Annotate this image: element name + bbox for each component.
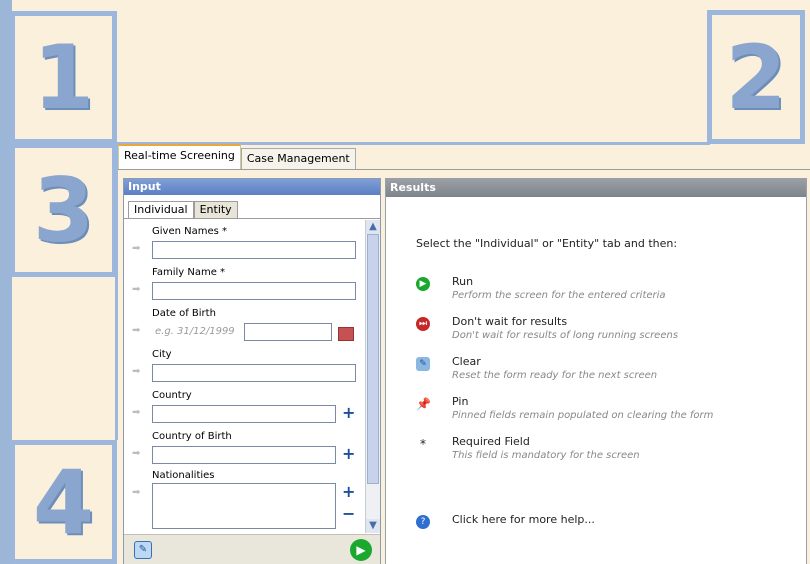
input-panel-title: Input	[124, 179, 380, 195]
legend-desc: Perform the screen for the entered crite…	[452, 290, 666, 301]
callout-1-number: 1	[32, 26, 95, 129]
clear-icon: ✎	[416, 357, 430, 371]
form-scrollbar[interactable]: ▲ ▼	[365, 220, 380, 533]
tab-underline	[118, 169, 810, 170]
subtab-individual[interactable]: Individual	[128, 201, 194, 218]
help-link[interactable]: ? Click here for more help...	[416, 513, 716, 529]
callout-3-number: 3	[32, 158, 95, 262]
input-subtabs: Individual Entity	[124, 195, 380, 219]
legend-run: ▶ Run Perform the screen for the entered…	[416, 275, 786, 309]
family-name-label: Family Name *	[152, 267, 226, 278]
subtab-entity[interactable]: Entity	[193, 201, 238, 218]
scroll-thumb[interactable]	[367, 234, 379, 484]
scroll-up-icon[interactable]: ▲	[366, 220, 380, 234]
results-panel: Results Select the "Individual" or "Enti…	[385, 178, 807, 564]
pin-icon[interactable]: ➡	[132, 243, 140, 254]
app-window: 1 2 3 4 Real-time Screening Case Managem…	[0, 0, 810, 564]
pin-icon[interactable]: ➡	[132, 407, 140, 418]
main-tabbar: Real-time Screening Case Management	[118, 144, 356, 170]
country-of-birth-label: Country of Birth	[152, 431, 232, 442]
legend-desc: Reset the form ready for the next screen	[452, 370, 658, 381]
skip-icon: ⏭	[416, 317, 430, 331]
callout-4: 4	[10, 440, 117, 564]
run-button[interactable]: ▶	[350, 539, 372, 561]
legend-desc: This field is mandatory for the screen	[452, 450, 640, 461]
family-name-input[interactable]	[152, 282, 356, 300]
legend-title: Don't wait for results	[452, 315, 568, 328]
legend-desc: Pinned fields remain populated on cleari…	[452, 410, 714, 421]
country-label: Country	[152, 390, 192, 401]
legend-desc: Don't wait for results of long running s…	[452, 330, 679, 341]
pin-icon[interactable]: ➡	[132, 284, 140, 295]
add-nationality-icon[interactable]: +	[342, 482, 355, 501]
legend-dont-wait: ⏭ Don't wait for results Don't wait for …	[416, 315, 786, 349]
tab-case-management[interactable]: Case Management	[240, 148, 356, 170]
remove-nationality-icon[interactable]: −	[342, 504, 355, 523]
given-names-label: Given Names *	[152, 226, 228, 237]
legend-title: Pin	[452, 395, 469, 408]
city-label: City	[152, 349, 172, 360]
input-panel-footer: ✎ ▶	[124, 534, 380, 564]
results-panel-title: Results	[386, 179, 806, 197]
pin-icon[interactable]: ➡	[132, 487, 140, 498]
clear-icon[interactable]: ✎	[134, 541, 152, 559]
legend-required: * Required Field This field is mandatory…	[416, 435, 786, 469]
date-of-birth-label: Date of Birth	[152, 308, 216, 319]
calendar-icon[interactable]	[338, 327, 354, 341]
pin-icon[interactable]: ➡	[132, 325, 140, 336]
callout-2-number: 2	[725, 25, 787, 129]
add-country-of-birth-icon[interactable]: +	[342, 444, 355, 463]
country-of-birth-input[interactable]	[152, 446, 336, 464]
legend-title: Clear	[452, 355, 481, 368]
help-icon: ?	[416, 515, 430, 529]
legend-clear: ✎ Clear Reset the form ready for the nex…	[416, 355, 786, 389]
input-panel: Input Individual Entity Given Names * ➡ …	[123, 178, 381, 564]
legend-title: Run	[452, 275, 474, 288]
city-input[interactable]	[152, 364, 356, 382]
legend-pin: 📌 Pin Pinned fields remain populated on …	[416, 395, 786, 429]
pin-icon[interactable]: ➡	[132, 366, 140, 377]
scroll-down-icon[interactable]: ▼	[366, 519, 380, 533]
date-of-birth-hint: e.g. 31/12/1999	[152, 323, 240, 341]
callout-4-number: 4	[32, 450, 95, 554]
tab-real-time-screening[interactable]: Real-time Screening	[118, 144, 241, 170]
nationalities-list[interactable]	[152, 483, 336, 529]
callout-divider	[115, 144, 118, 440]
results-instruction: Select the "Individual" or "Entity" tab …	[416, 237, 678, 250]
individual-form: Given Names * ➡ Family Name * ➡ Date of …	[124, 220, 364, 533]
given-names-input[interactable]	[152, 241, 356, 259]
nationalities-label: Nationalities	[152, 470, 215, 481]
country-input[interactable]	[152, 405, 336, 423]
callout-3: 3	[10, 143, 117, 277]
callout-1: 1	[10, 11, 117, 144]
required-asterisk: *	[420, 437, 426, 451]
run-icon: ▶	[416, 277, 430, 291]
pin-icon: 📌	[416, 397, 431, 411]
callout-2: 2	[707, 10, 805, 144]
pin-icon[interactable]: ➡	[132, 448, 140, 459]
legend-title: Required Field	[452, 435, 530, 448]
date-of-birth-input[interactable]	[244, 323, 332, 341]
help-link-text[interactable]: Click here for more help...	[452, 513, 595, 526]
add-country-icon[interactable]: +	[342, 403, 355, 422]
